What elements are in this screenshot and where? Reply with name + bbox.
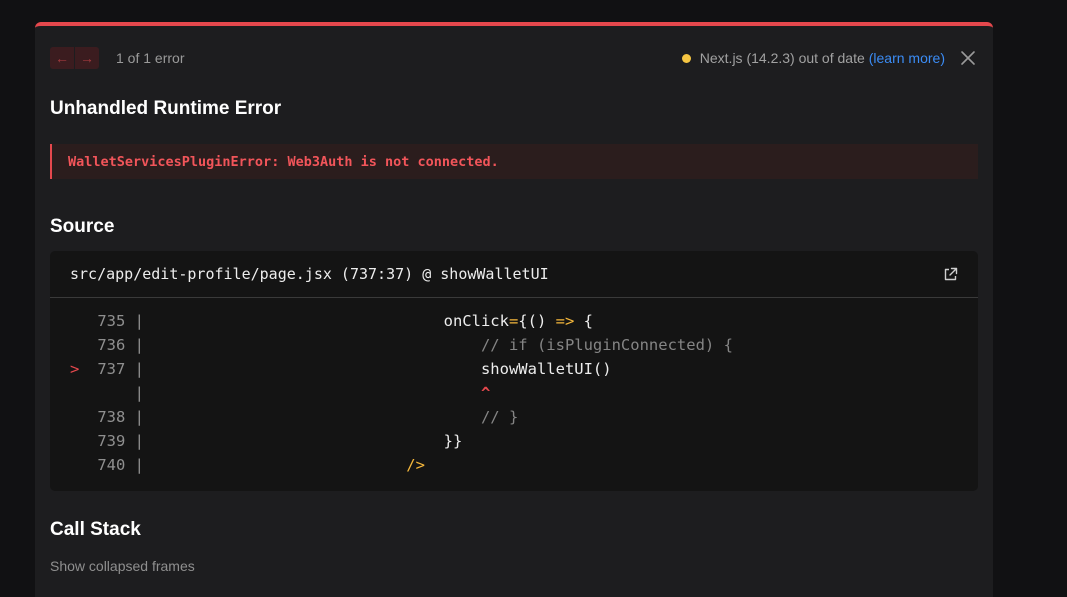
close-icon [961,51,975,65]
version-staleness-indicator: Next.js (14.2.3) out of date (learn more… [681,50,945,66]
code-text: ^ [145,381,490,405]
next-error-button[interactable]: → [75,47,99,69]
call-stack-heading: Call Stack [50,519,141,540]
learn-more-link[interactable]: (learn more) [869,50,945,66]
external-link-icon [944,267,958,280]
code-token: }} [443,432,463,450]
code-token: // } [480,408,519,426]
show-collapsed-frames-button[interactable]: Show collapsed frames [50,558,195,574]
overlay-toolbar: ← → 1 of 1 error Next.js (14.2.3) out of… [50,44,978,72]
code-line: 740 | /> [50,453,978,477]
source-heading: Source [50,216,115,237]
code-snippet: 735 | onClick={() => { 736 | // if (isPl… [50,298,978,477]
arrow-left-icon: ← [55,50,69,66]
arrow-right-icon: → [80,50,94,66]
error-pagination: ← → [50,47,99,69]
code-text: /> [145,453,425,477]
line-number: 736 | [88,336,144,354]
code-text: showWalletUI() [145,357,612,381]
error-title: Unhandled Runtime Error [50,98,282,119]
code-text: }} [145,429,463,453]
code-line: | ^ [50,381,978,405]
code-line: 735 | onClick={() => { [50,309,978,333]
open-in-editor-button[interactable] [943,267,958,282]
code-line: 736 | // if (isPluginConnected) { [50,333,978,357]
close-button[interactable] [958,48,978,68]
code-token: /> [406,456,425,474]
error-overlay-dialog: ← → 1 of 1 error Next.js (14.2.3) out of… [35,22,993,597]
code-token: {() [518,312,556,330]
line-number: 739 | [88,432,144,450]
line-number: 735 | [88,312,144,330]
code-token: showWalletUI() [480,360,612,378]
code-line: > 737 | showWalletUI() [50,357,978,381]
line-number: 737 | [88,360,144,378]
code-token: // if (isPluginConnected) { [480,336,733,354]
previous-error-button[interactable]: ← [50,47,74,69]
source-file-location[interactable]: src/app/edit-profile/page.jsx (737:37) @… [70,265,549,283]
code-token: => [555,312,575,330]
source-file-header: src/app/edit-profile/page.jsx (737:37) @… [50,251,978,298]
line-number: 738 | [88,408,144,426]
code-token: onClick [443,312,509,330]
error-line-marker: > [70,360,80,378]
version-text: Next.js (14.2.3) out of date [699,50,865,66]
error-message: WalletServicesPluginError: Web3Auth is n… [50,144,978,179]
code-line: 739 | }} [50,429,978,453]
code-token: ^ [480,384,491,402]
code-line: 738 | // } [50,405,978,429]
code-token: = [508,312,519,330]
line-number: | [88,384,144,402]
source-code-frame: src/app/edit-profile/page.jsx (737:37) @… [50,251,978,491]
code-token: { [574,312,593,330]
error-count: 1 of 1 error [116,50,185,66]
line-number: 740 | [88,456,144,474]
code-text: onClick={() => { [145,309,593,333]
code-text: // } [145,405,518,429]
code-text: // if (isPluginConnected) { [145,333,733,357]
stale-status-dot [681,53,691,63]
